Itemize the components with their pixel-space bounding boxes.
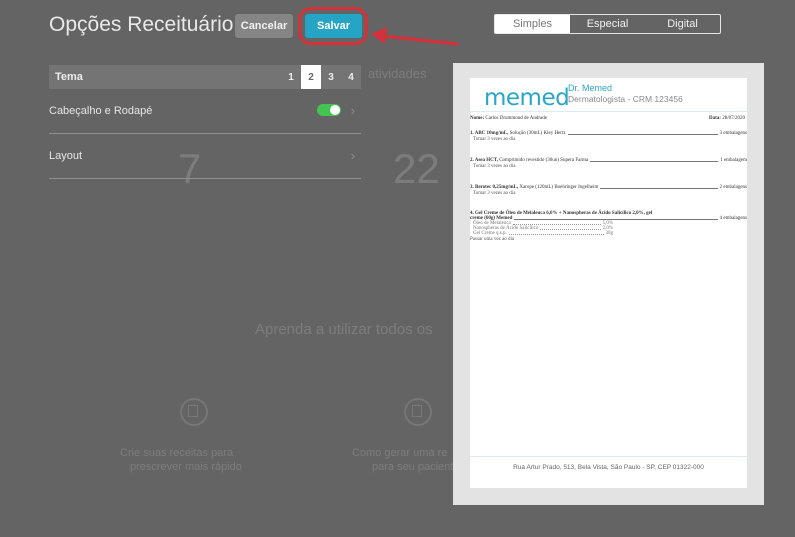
item-desc: Xarope (120mL) Boehringer Ingelheim bbox=[519, 185, 599, 190]
ghost-count-right: 22 bbox=[393, 145, 440, 192]
ghost-learn-text: Aprenda a utilizar todos os bbox=[255, 321, 433, 338]
item-instruction: Tomar 3 vezes ao dia bbox=[473, 164, 516, 169]
theme-option-3[interactable]: 3 bbox=[321, 65, 341, 89]
item-qty: 2 embalagens bbox=[719, 185, 747, 190]
doctor-name: Dr. Memed bbox=[568, 83, 613, 93]
theme-row: Tema 1 2 3 4 bbox=[49, 65, 361, 89]
page-title: Opções Receituário bbox=[49, 13, 234, 36]
annotation-highlight-circle bbox=[298, 7, 368, 45]
component-value: 30g bbox=[605, 231, 614, 236]
theme-label: Tema bbox=[55, 71, 83, 83]
chevron-right-icon: › bbox=[350, 147, 355, 163]
prescription-item: 3. Berotec 0,25mg/mL, Xarope (120mL) Boe… bbox=[470, 185, 747, 196]
header-footer-toggle[interactable] bbox=[317, 104, 341, 116]
tab-digital[interactable]: Digital bbox=[645, 15, 720, 33]
ghost-activities-text: atividades bbox=[368, 66, 427, 81]
prescription-item: 1. ABC 10mg/mL, Solução (30mL) Kley Hert… bbox=[470, 131, 747, 142]
patient-label: Nome: bbox=[470, 116, 485, 121]
cancel-button[interactable]: Cancelar bbox=[235, 14, 293, 38]
prescription-type-tabs: Simples Especial Digital bbox=[494, 14, 721, 34]
date-label: Data: bbox=[709, 116, 721, 121]
theme-option-1[interactable]: 1 bbox=[281, 65, 301, 89]
layout-label: Layout bbox=[49, 150, 83, 162]
item-qty: 3 embalagens bbox=[719, 131, 747, 136]
ghost-tip-right-2: para seu paciente bbox=[372, 461, 460, 473]
tab-especial[interactable]: Especial bbox=[570, 15, 645, 33]
options-menu: Tema 1 2 3 4 Cabeçalho e Rodapé › Layout… bbox=[49, 65, 361, 179]
item-instruction: Tomar 3 vezes ao dia bbox=[473, 137, 516, 142]
theme-option-2[interactable]: 2 bbox=[301, 65, 321, 89]
prescription-footer: Rua Artur Prado, 513, Bela Vista, São Pa… bbox=[513, 464, 704, 471]
memed-logo: memed bbox=[484, 85, 570, 111]
item-desc: Solução (30mL) Kley Hertz bbox=[509, 131, 566, 136]
header-divider bbox=[470, 111, 747, 112]
theme-option-4[interactable]: 4 bbox=[341, 65, 361, 89]
ghost-tip-left-1: Crie suas receitas para bbox=[120, 447, 234, 459]
prescription-paper: memed Dr. Memed Dermatologista - CRM 123… bbox=[470, 78, 747, 488]
item-qty: 1 embalagem bbox=[720, 158, 747, 163]
patient-line: Nome: Carlos Drummond de Andrade Data: 2… bbox=[470, 116, 747, 121]
ghost-document-icon bbox=[180, 398, 208, 426]
item-title: 3. Berotec 0,25mg/mL, bbox=[470, 185, 519, 190]
annotation-arrow-icon bbox=[371, 27, 459, 46]
component-name: Gel Creme q.s.p. bbox=[473, 231, 507, 236]
item-instruction: Passar uma vez ao dia bbox=[470, 237, 515, 242]
header-footer-row[interactable]: Cabeçalho e Rodapé › bbox=[49, 89, 361, 134]
ghost-document-icon bbox=[404, 398, 432, 426]
ghost-tip-right-1: Como gerar uma re bbox=[352, 447, 448, 459]
item-title: 2. Asea HCT, bbox=[470, 158, 498, 163]
chevron-right-icon: › bbox=[350, 102, 355, 118]
header-footer-label: Cabeçalho e Rodapé bbox=[49, 105, 153, 117]
tab-simples[interactable]: Simples bbox=[495, 15, 570, 33]
item-desc: Comprimido revestido (30un) Supera Farma bbox=[499, 158, 589, 163]
layout-row[interactable]: Layout › bbox=[49, 134, 361, 179]
doctor-specialty: Dermatologista - CRM 123456 bbox=[568, 94, 683, 104]
footer-divider bbox=[470, 456, 747, 457]
prescription-item: 4. Gel Creme de Óleo de Melaleuca 6,0% +… bbox=[470, 211, 747, 242]
item-qty: 4 embalagens bbox=[719, 216, 747, 221]
date-value: 28/07/2020 bbox=[722, 116, 745, 121]
item-title: 1. ABC 10mg/mL, bbox=[470, 131, 509, 136]
ghost-tip-left-2: prescrever mais rápido bbox=[130, 461, 242, 473]
prescription-item: 2. Asea HCT, Comprimido revestido (30un)… bbox=[470, 158, 747, 169]
patient-name: Carlos Drummond de Andrade bbox=[485, 116, 547, 121]
item-instruction: Tomar 3 vezes ao dia bbox=[473, 191, 516, 196]
theme-selector: 1 2 3 4 bbox=[281, 65, 361, 89]
prescription-preview: memed Dr. Memed Dermatologista - CRM 123… bbox=[453, 63, 764, 505]
